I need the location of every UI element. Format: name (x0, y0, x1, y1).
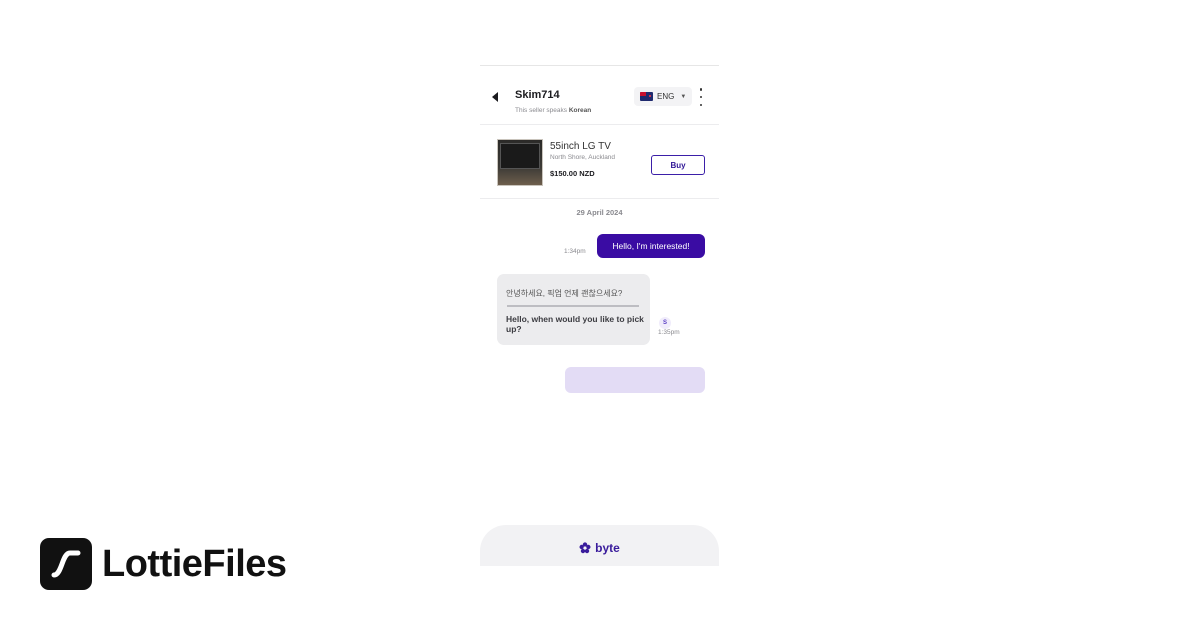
translation-divider (507, 305, 639, 307)
buy-button[interactable]: Buy (651, 155, 705, 175)
more-vertical-icon-dot (699, 88, 703, 91)
lottiefiles-wordmark: LottieFiles (102, 543, 287, 585)
caret-left-icon (492, 92, 498, 102)
listing-location: North Shore, Auckland (550, 154, 616, 161)
date-separator: 29 April 2024 (576, 208, 623, 217)
listing-thumbnail (497, 139, 543, 186)
chat-header: Skim714 This seller speaks Korean ENG ▼ (480, 66, 719, 122)
bottom-bar: byte (480, 525, 719, 566)
listing-price: $150.00 NZD (550, 169, 595, 178)
flower-icon (579, 541, 591, 553)
original-text: 안녕하세요, 픽업 언제 괜찮으세요? (506, 289, 623, 298)
more-options-button[interactable] (696, 88, 706, 106)
seller-language-note: This seller speaks Korean (515, 107, 591, 114)
typing-placeholder-bubble (565, 367, 705, 393)
incoming-message: 안녕하세요, 픽업 언제 괜찮으세요? Hello, when would yo… (497, 274, 650, 345)
message-time: 1:35pm (658, 329, 680, 336)
seller-language-prefix: This seller speaks (515, 107, 569, 114)
byte-logo: byte (579, 541, 620, 555)
chat-screen: Skim714 This seller speaks Korean ENG ▼ … (480, 65, 719, 566)
back-button[interactable] (490, 90, 502, 104)
page: Skim714 This seller speaks Korean ENG ▼ … (0, 0, 1200, 630)
more-vertical-icon-dot (699, 95, 703, 99)
translated-text: Hello, when would you like to pick up? (506, 314, 644, 334)
message-time: 1:34pm (564, 248, 586, 255)
new-zealand-flag-icon (640, 92, 653, 101)
listing-title: 55inch LG TV (550, 141, 611, 152)
outgoing-message: Hello, I'm interested! (597, 234, 705, 258)
seller-language: Korean (568, 107, 592, 114)
lottiefiles-logo-icon (40, 538, 92, 590)
byte-brand-name: byte (595, 540, 620, 555)
listing-card[interactable]: 55inch LG TV North Shore, Auckland $150.… (480, 124, 719, 199)
language-select[interactable]: ENG ▼ (634, 87, 692, 106)
caret-down-icon: ▼ (680, 93, 687, 100)
more-vertical-icon-dot (699, 103, 703, 106)
seller-name: Skim714 (515, 89, 560, 101)
language-select-value: ENG (657, 92, 675, 101)
sender-avatar: S (659, 317, 671, 329)
